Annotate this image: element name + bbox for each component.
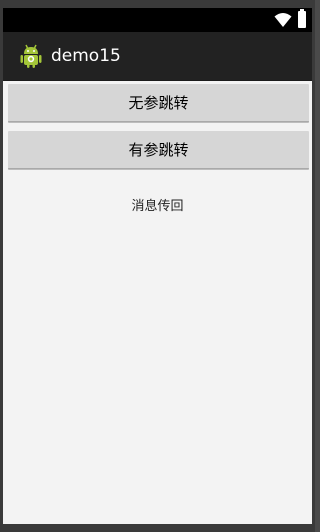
param-jump-button[interactable]: 有参跳转	[8, 131, 309, 169]
android-icon	[20, 44, 42, 68]
message-text: 消息传回	[131, 199, 184, 214]
device-frame: demo15 无参跳转 有参跳转 消息传回	[0, 0, 315, 532]
status-bar	[3, 8, 312, 32]
app-title: demo15	[51, 46, 121, 66]
main-content: 无参跳转 有参跳转 消息传回	[3, 81, 312, 524]
wifi-icon	[274, 13, 292, 27]
screen: demo15 无参跳转 有参跳转 消息传回	[3, 8, 312, 524]
no-param-jump-button[interactable]: 无参跳转	[8, 84, 309, 122]
battery-icon	[298, 9, 306, 28]
action-bar: demo15	[3, 32, 312, 81]
